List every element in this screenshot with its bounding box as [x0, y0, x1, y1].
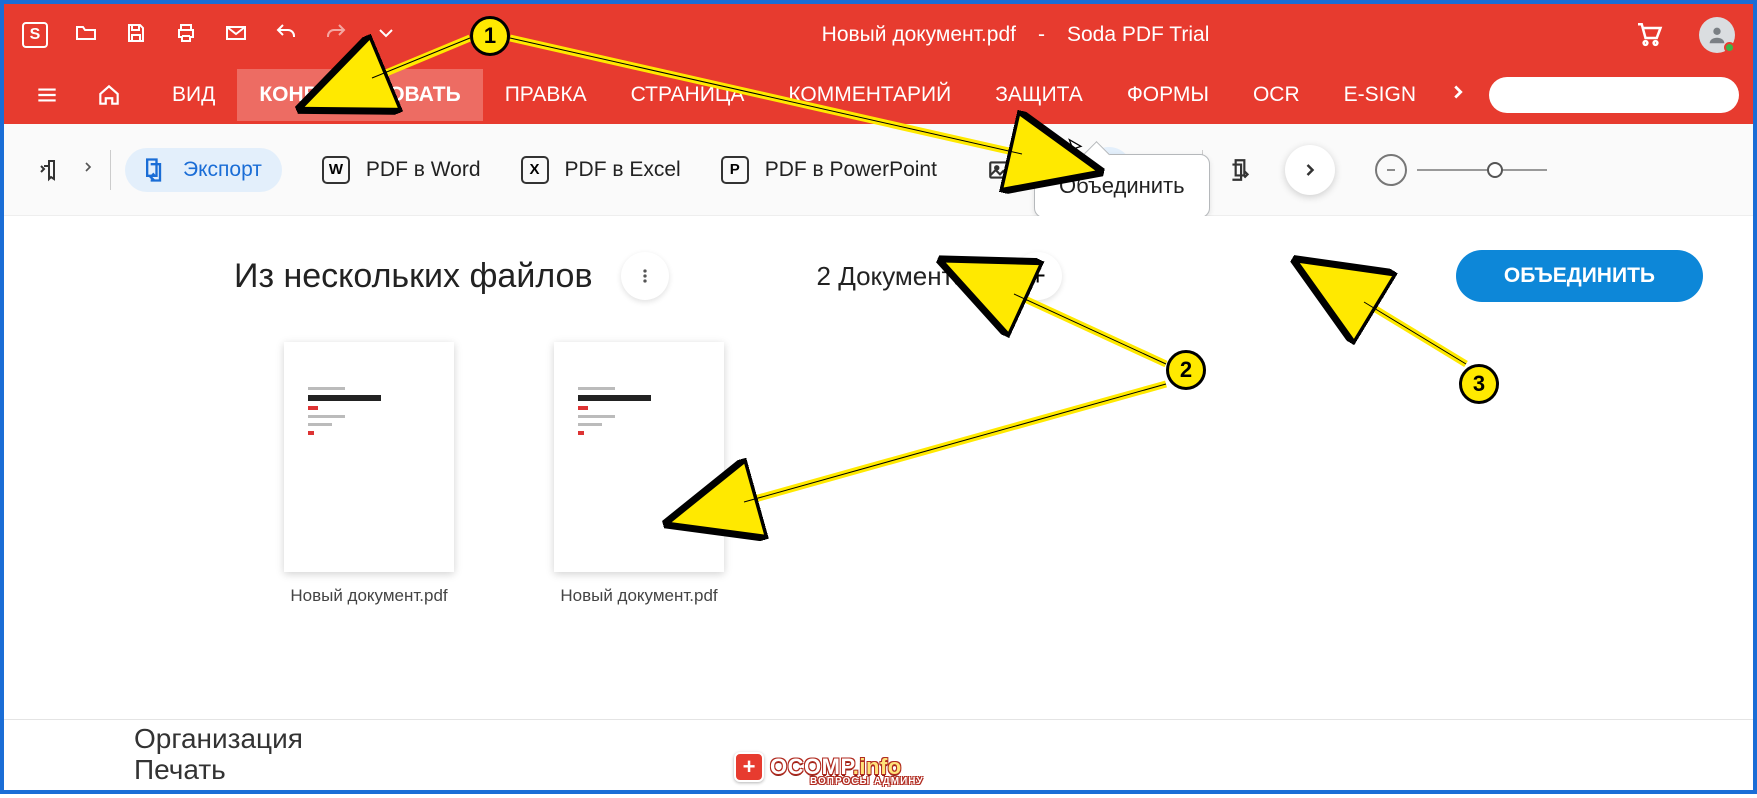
toolbar-next-button[interactable] — [1285, 145, 1335, 195]
menu-overflow-icon[interactable] — [1447, 81, 1469, 109]
add-document-button[interactable]: + — [1014, 252, 1062, 300]
chevron-right-icon[interactable] — [80, 159, 96, 180]
more-options-button[interactable] — [621, 252, 669, 300]
search-input[interactable] — [1489, 77, 1739, 113]
export-button[interactable]: Экспорт — [125, 148, 282, 192]
document-name: Новый документ.pdf — [290, 586, 447, 606]
hamburger-icon[interactable] — [26, 74, 68, 116]
content-title: Из нескольких файлов — [234, 257, 593, 296]
zoom-slider-thumb[interactable] — [1487, 162, 1503, 178]
excel-icon: X — [521, 156, 549, 184]
annotation-1: 1 — [470, 16, 510, 56]
menu-convert[interactable]: КОНВЕРТИРОВАТЬ — [237, 69, 482, 121]
pdf-to-word-button[interactable]: W PDF в Word — [322, 156, 481, 184]
watermark: + OCOMP.info ВОПРОСЫ АДМИНУ — [734, 752, 902, 782]
merge-tooltip: Объединить — [1034, 154, 1210, 218]
document-title: Новый документ.pdf - Soda PDF Trial — [822, 23, 1210, 47]
zoom-out-icon[interactable] — [1375, 154, 1407, 186]
titlebar: S Новый документ.pdf - Soda PDF Trial — [4, 4, 1753, 66]
pdf-to-ppt-button[interactable]: P PDF в PowerPoint — [721, 156, 937, 184]
annotation-3: 3 — [1459, 364, 1499, 404]
menu-forms[interactable]: ФОРМЫ — [1105, 69, 1231, 121]
app-logo[interactable]: S — [22, 22, 48, 48]
save-icon[interactable] — [124, 21, 148, 50]
document-count-label: 2 Документа — [817, 261, 968, 292]
zoom-slider-track[interactable] — [1417, 169, 1547, 171]
menu-view[interactable]: ВИД — [150, 69, 237, 121]
document-thumbnail — [284, 342, 454, 572]
menu-protect[interactable]: ЗАЩИТА — [973, 69, 1105, 121]
annotation-2: 2 — [1166, 350, 1206, 390]
mail-icon[interactable] — [224, 21, 248, 50]
image-icon[interactable] — [977, 147, 1023, 193]
menu-esign[interactable]: E-SIGN — [1322, 69, 1438, 121]
document-item[interactable]: Новый документ.pdf — [284, 342, 454, 606]
zoom-control[interactable] — [1375, 154, 1547, 186]
menu-edit[interactable]: ПРАВКА — [483, 69, 609, 121]
pages-icon[interactable] — [1217, 147, 1263, 193]
ppt-icon: P — [721, 156, 749, 184]
pdf-to-excel-button[interactable]: X PDF в Excel — [521, 156, 681, 184]
user-avatar[interactable] — [1699, 17, 1735, 53]
merge-content: Из нескольких файлов 2 Документа + ОБЪЕД… — [4, 216, 1753, 696]
print-icon[interactable] — [174, 21, 198, 50]
convert-toolbar: Экспорт W PDF в Word X PDF в Excel P PDF… — [4, 124, 1753, 216]
menu-page[interactable]: СТРАНИЦА — [609, 69, 767, 121]
undo-icon[interactable] — [274, 21, 298, 50]
open-icon[interactable] — [74, 21, 98, 50]
document-item[interactable]: Новый документ.pdf — [554, 342, 724, 606]
menu-comment[interactable]: КОММЕНТАРИЙ — [766, 69, 973, 121]
bookmark-icon[interactable] — [24, 147, 70, 193]
merge-button[interactable]: ОБЪЕДИНИТЬ — [1456, 250, 1703, 302]
cursor-icon — [1066, 136, 1086, 160]
dropdown-icon[interactable] — [374, 21, 398, 50]
document-thumbnail — [554, 342, 724, 572]
redo-icon[interactable] — [324, 21, 348, 50]
main-menu: ВИД КОНВЕРТИРОВАТЬ ПРАВКА СТРАНИЦА КОММЕ… — [4, 66, 1753, 124]
word-icon: W — [322, 156, 350, 184]
home-icon[interactable] — [88, 74, 130, 116]
cart-icon[interactable] — [1633, 18, 1663, 53]
menu-ocr[interactable]: OCR — [1231, 69, 1322, 121]
document-name: Новый документ.pdf — [560, 586, 717, 606]
